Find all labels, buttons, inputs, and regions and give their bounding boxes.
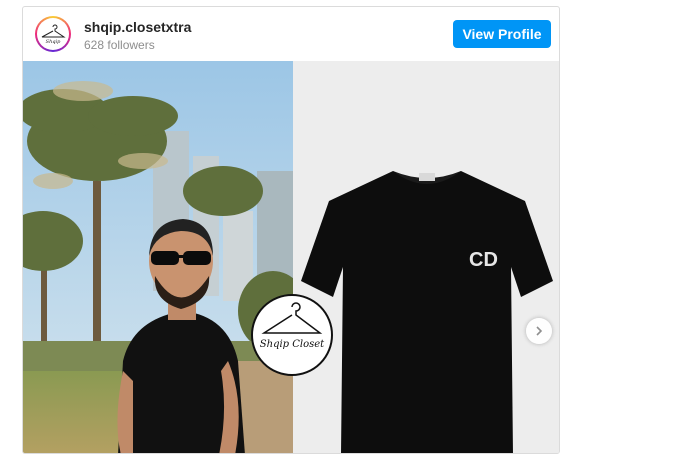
post-media[interactable]: CD Shqip Closet <box>23 61 559 453</box>
svg-text:Shqip: Shqip <box>46 39 61 44</box>
follower-count: 628 followers <box>84 38 155 52</box>
instagram-embed: Shqip shqip.closetxtra 628 followers Vie… <box>22 6 560 454</box>
man-photo <box>23 61 293 453</box>
shqip-closet-logo: Shqip Closet <box>251 294 333 376</box>
next-button[interactable] <box>526 318 552 344</box>
profile-username[interactable]: shqip.closetxtra <box>84 19 191 35</box>
hanger-icon: Shqip <box>41 24 66 44</box>
view-profile-button[interactable]: View Profile <box>453 20 551 48</box>
logo-text: Shqip Closet <box>260 339 325 350</box>
profile-avatar[interactable]: Shqip <box>35 16 71 52</box>
tshirt-photo: CD <box>293 61 559 453</box>
chevron-right-icon <box>536 326 543 336</box>
embed-header: Shqip shqip.closetxtra 628 followers Vie… <box>23 7 559 61</box>
avatar-logo: Shqip <box>37 18 69 50</box>
tshirt-logo: CD <box>469 249 498 271</box>
